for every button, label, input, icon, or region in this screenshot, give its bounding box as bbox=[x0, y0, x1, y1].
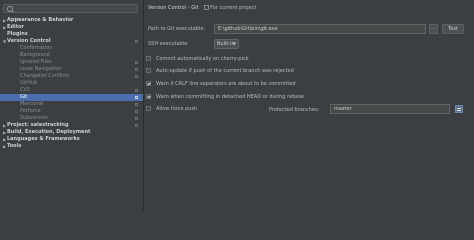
project-level-icon bbox=[135, 40, 138, 43]
protected-branches-label: Protected branches: bbox=[269, 107, 320, 113]
warn-detached-head-checkbox[interactable] bbox=[146, 94, 151, 99]
settings-tree: ▶ Appearance & Behavior ▶ Editor Plugins ▼ Ver… bbox=[0, 17, 143, 150]
tree-item-label: Project: salestracking bbox=[7, 122, 69, 128]
git-path-field[interactable]: E:\github\Git\bin\git.exe bbox=[214, 24, 426, 34]
warn-detached-head-label: Warn when committing in detached HEAD or… bbox=[156, 94, 305, 100]
tree-item-label: Languages & Frameworks bbox=[7, 136, 80, 142]
tree-item-confirmation[interactable]: Confirmation bbox=[0, 45, 143, 52]
tree-item-languages-frameworks[interactable]: ▶ Languages & Frameworks bbox=[0, 136, 143, 143]
tree-item-label: Version Control bbox=[7, 38, 51, 44]
breadcrumb-git: Git bbox=[191, 5, 199, 11]
tree-item-git[interactable]: Git bbox=[0, 94, 143, 101]
tree-item-subversion[interactable]: Subversion bbox=[0, 115, 143, 122]
allow-force-push-checkbox[interactable] bbox=[146, 106, 151, 111]
tree-item-appearance-behavior[interactable]: ▶ Appearance & Behavior bbox=[0, 17, 143, 24]
tree-item-label: GitHub bbox=[20, 80, 38, 86]
tree-item-label: Confirmation bbox=[20, 45, 53, 51]
project-level-icon bbox=[135, 96, 138, 99]
project-icon bbox=[204, 5, 210, 10]
warn-crlf-checkbox[interactable] bbox=[146, 81, 151, 86]
git-path-label: Path to Git executable: bbox=[148, 26, 206, 32]
warn-crlf-label: Warn if CRLF line separators are about t… bbox=[156, 81, 296, 87]
allow-force-push-label: Allow force push bbox=[156, 106, 198, 112]
breadcrumb: Version Control › Git For current projec… bbox=[148, 5, 256, 11]
project-level-icon bbox=[135, 68, 138, 71]
test-button[interactable]: Test bbox=[442, 24, 464, 34]
settings-search-input[interactable] bbox=[3, 4, 138, 13]
tree-item-label: Build, Execution, Deployment bbox=[7, 129, 91, 135]
tree-item-label: Editor bbox=[7, 24, 24, 30]
tree-item-label: Changelist Conflicts bbox=[20, 73, 70, 79]
tree-item-project-salestracking[interactable]: ▶ Project: salestracking bbox=[0, 122, 143, 129]
protected-branches-input[interactable]: master bbox=[330, 104, 450, 114]
browse-button[interactable]: ... bbox=[429, 24, 438, 34]
tree-item-label: Tools bbox=[7, 143, 22, 149]
ssh-executable-select[interactable]: Built-in ▼ bbox=[214, 39, 239, 49]
tree-item-label: Background bbox=[20, 52, 50, 58]
project-level-icon bbox=[135, 117, 138, 120]
tree-item-cvs[interactable]: CVS bbox=[0, 87, 143, 94]
auto-update-label: Auto-update if push of the current branc… bbox=[156, 68, 294, 74]
auto-update-checkbox[interactable] bbox=[146, 68, 151, 73]
tree-item-editor[interactable]: ▶ Editor bbox=[0, 24, 143, 31]
tree-item-label: Issue Navigation bbox=[20, 66, 62, 72]
tree-item-github[interactable]: GitHub bbox=[0, 80, 143, 87]
tree-item-tools[interactable]: ▶ Tools bbox=[0, 143, 143, 150]
tree-item-label: Ignored Files bbox=[20, 59, 52, 65]
for-current-project: For current project bbox=[204, 5, 256, 11]
tree-item-label: Plugins bbox=[7, 31, 28, 37]
cherry-pick-checkbox[interactable] bbox=[146, 56, 151, 61]
tree-item-background[interactable]: Background bbox=[0, 52, 143, 59]
tree-item-label: CVS bbox=[20, 87, 31, 93]
tree-item-build-execution-deployment[interactable]: ▶ Build, Execution, Deployment bbox=[0, 129, 143, 136]
search-icon bbox=[7, 6, 13, 12]
tree-item-label: Perforce bbox=[20, 108, 41, 114]
project-level-icon bbox=[135, 61, 138, 64]
breadcrumb-version-control: Version Control bbox=[148, 5, 187, 11]
project-level-icon bbox=[135, 75, 138, 78]
tree-item-changelist-conflicts[interactable]: Changelist Conflicts bbox=[0, 73, 143, 80]
tree-item-perforce[interactable]: Perforce bbox=[0, 108, 143, 115]
breadcrumb-separator: › bbox=[187, 5, 190, 11]
project-level-icon bbox=[135, 110, 138, 113]
tree-item-label: Git bbox=[20, 94, 28, 100]
project-level-icon bbox=[135, 103, 138, 106]
for-current-project-label: For current project bbox=[210, 5, 257, 11]
tree-item-version-control[interactable]: ▼ Version Control bbox=[0, 38, 143, 45]
project-level-icon bbox=[135, 89, 138, 92]
project-level-icon bbox=[135, 124, 138, 127]
tree-item-ignored-files[interactable]: Ignored Files bbox=[0, 59, 143, 66]
chevron-down-icon: ▼ bbox=[232, 41, 236, 46]
tree-item-label: Subversion bbox=[20, 115, 48, 121]
ssh-executable-label: SSH executable: bbox=[148, 41, 189, 47]
settings-window: ▶ Appearance & Behavior ▶ Editor Plugins ▼ Ver… bbox=[0, 0, 474, 211]
tree-item-plugins[interactable]: Plugins bbox=[0, 31, 143, 38]
git-settings-panel: Version Control › Git For current projec… bbox=[144, 0, 474, 211]
settings-sidebar: ▶ Appearance & Behavior ▶ Editor Plugins ▼ Ver… bbox=[0, 0, 144, 211]
cherry-pick-label: Commit automatically on cherry-pick bbox=[156, 56, 249, 62]
tree-item-issue-navigation[interactable]: Issue Navigation bbox=[0, 66, 143, 73]
tree-item-label: Appearance & Behavior bbox=[7, 17, 74, 23]
tree-item-mercurial[interactable]: Mercurial bbox=[0, 101, 143, 108]
tree-item-label: Mercurial bbox=[20, 101, 44, 107]
edit-branches-button[interactable] bbox=[455, 105, 463, 113]
